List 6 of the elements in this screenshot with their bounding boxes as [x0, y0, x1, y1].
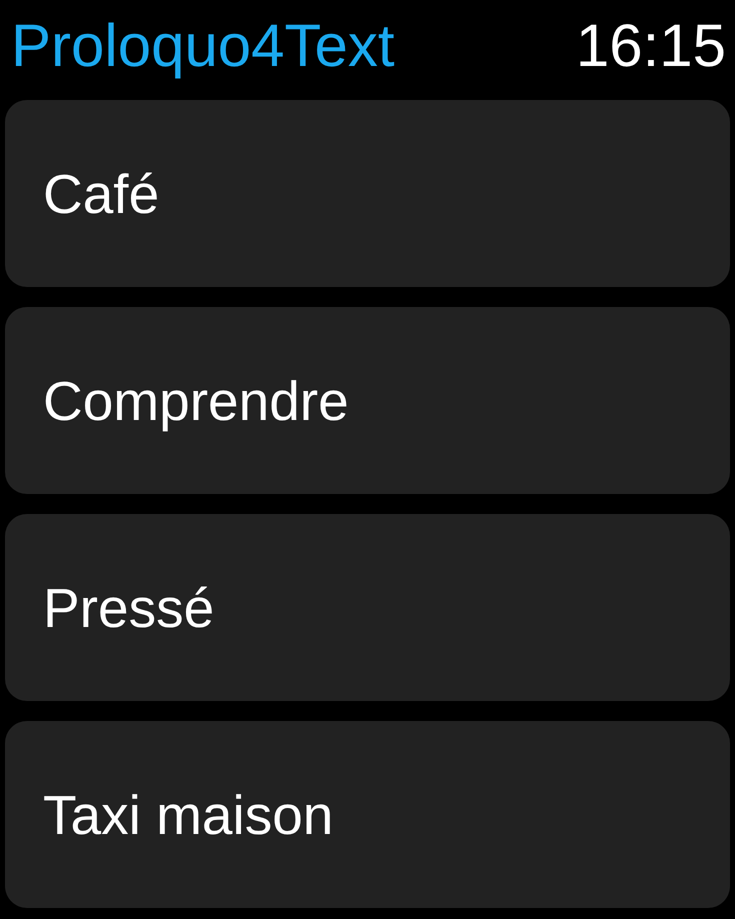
- phrase-button[interactable]: Taxi maison: [5, 721, 730, 908]
- phrase-button[interactable]: Comprendre: [5, 307, 730, 494]
- phrase-button[interactable]: Café: [5, 100, 730, 287]
- app-title: Proloquo4Text: [11, 16, 395, 76]
- phrase-button[interactable]: Pressé: [5, 514, 730, 701]
- clock-time: 16:15: [576, 16, 726, 76]
